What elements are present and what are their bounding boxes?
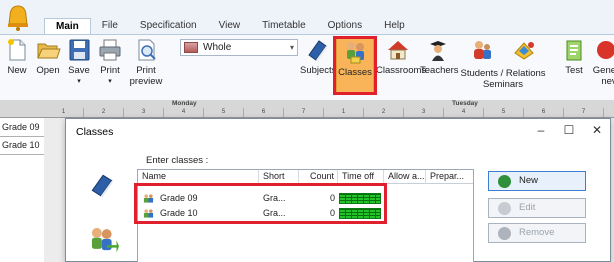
generate-label-2: nev [601,76,614,87]
app-bell-icon[interactable] [3,2,33,32]
open-label: Open [36,65,60,76]
save-dropdown-arrow-icon[interactable]: ▾ [65,76,93,87]
period-label: 4 [444,108,484,117]
new-button[interactable]: New [3,35,31,97]
save-label: Save [68,65,90,76]
open-button[interactable]: Open [33,35,63,97]
list-header: Name Short Count Time off Allow a... Pre… [138,170,473,184]
ribbon-body: New Open Save ▾ Print ▾ Print preview Wh… [0,34,614,100]
tab-timetable[interactable]: Timetable [251,18,317,34]
maximize-icon[interactable]: ☐ [558,123,580,137]
period-row: 1 2 3 4 5 6 7 1 2 3 4 5 6 7 [44,108,614,117]
classrooms-button[interactable]: Classrooms [376,35,427,97]
tab-file[interactable]: File [91,18,129,34]
class-rows-annotation-frame [134,183,387,224]
day-label-tuesday: Tuesday [452,100,478,107]
new-document-icon [8,39,26,61]
chevron-down-icon: ▾ [289,43,294,52]
row-label-grade-10[interactable]: Grade 10 [0,137,44,155]
period-label: 4 [164,108,204,117]
period-label: 6 [524,108,564,117]
classes-annotation-frame [333,36,377,95]
tab-main[interactable]: Main [44,18,91,34]
tab-options[interactable]: Options [317,18,373,34]
edit-class-label: Edit [519,202,536,213]
view-scope-select[interactable]: Whole ▾ [180,39,298,56]
period-label: 7 [564,108,604,117]
plus-icon [498,175,511,188]
generate-button[interactable]: Gener nev [590,35,614,97]
timetable-header: Monday Tuesday 1 2 3 4 5 6 7 1 2 3 4 5 6… [0,100,614,118]
row-label-grade-09[interactable]: Grade 09 [0,119,44,137]
students-icon [473,41,491,59]
period-label: 7 [284,108,324,117]
print-preview-label-1: Print [136,65,156,76]
column-header-name[interactable]: Name [138,170,259,184]
print-label: Print [100,65,120,76]
relations-icon [514,42,535,60]
print-preview-label-2: preview [129,76,163,87]
teachers-label: Teachers [420,65,459,76]
remove-class-label: Remove [519,227,555,238]
save-disk-icon [69,39,90,61]
print-button[interactable]: Print ▾ [96,35,124,97]
new-class-label: New [519,175,539,186]
ribbon-tabs: Main File Specification View Timetable O… [44,18,416,34]
subjects-label: Subjects [300,65,337,76]
column-header-short[interactable]: Short [259,170,299,184]
day-label-monday: Monday [172,100,197,107]
new-class-button[interactable]: New [488,171,586,191]
save-button[interactable]: Save ▾ [65,35,93,97]
print-dropdown-arrow-icon[interactable]: ▾ [96,76,124,87]
generate-icon [597,41,614,59]
classrooms-house-icon [388,41,408,60]
subjects-book-icon [308,40,327,62]
close-icon[interactable]: ✕ [586,123,608,137]
remove-icon [498,227,511,240]
students-relations-label-1: Students / Relations [460,68,546,79]
generate-label-1: Gener [592,65,614,76]
edit-icon [498,202,511,215]
period-label: 1 [324,108,364,117]
period-label: 1 [44,108,84,117]
column-header-time-off[interactable]: Time off [338,170,384,184]
subjects-button[interactable]: Subjects [300,35,337,97]
subjects-book-icon [91,174,113,198]
printer-icon [99,39,121,61]
students-relations-label-2: Seminars [482,79,524,90]
tab-help[interactable]: Help [373,18,416,34]
period-label: 6 [244,108,284,117]
students-relations-button[interactable]: Students / Relations Seminars [456,35,550,97]
period-label: 3 [404,108,444,117]
classrooms-label: Classrooms [376,65,427,76]
teachers-graduate-icon [430,41,446,61]
test-icon [566,40,582,61]
minimize-icon[interactable]: – [530,123,552,137]
tab-view[interactable]: View [208,18,252,34]
open-folder-icon [37,43,61,59]
print-preview-icon [138,39,156,61]
column-header-allow[interactable]: Allow a... [384,170,426,184]
enter-classes-label: Enter classes : [146,155,209,166]
column-header-count[interactable]: Count [299,170,338,184]
period-label: 5 [484,108,524,117]
period-label: 2 [364,108,404,117]
classes-group-icon [91,227,119,253]
period-label: 3 [124,108,164,117]
remove-class-button[interactable]: Remove [488,223,586,243]
view-scope-value: Whole [203,42,232,53]
column-header-prepare[interactable]: Prepar... [426,170,471,184]
tab-specification[interactable]: Specification [129,18,208,34]
print-preview-button[interactable]: Print preview [126,35,166,97]
whole-view-icon [184,42,198,53]
period-label: 5 [204,108,244,117]
dialog-title: Classes [76,126,114,138]
test-label: Test [565,65,583,76]
test-button[interactable]: Test [560,35,588,97]
edit-class-button[interactable]: Edit [488,198,586,218]
period-label: 2 [84,108,124,117]
new-label: New [7,65,27,76]
ribbon: Main File Specification View Timetable O… [0,0,614,100]
teachers-button[interactable]: Teachers [420,35,459,97]
